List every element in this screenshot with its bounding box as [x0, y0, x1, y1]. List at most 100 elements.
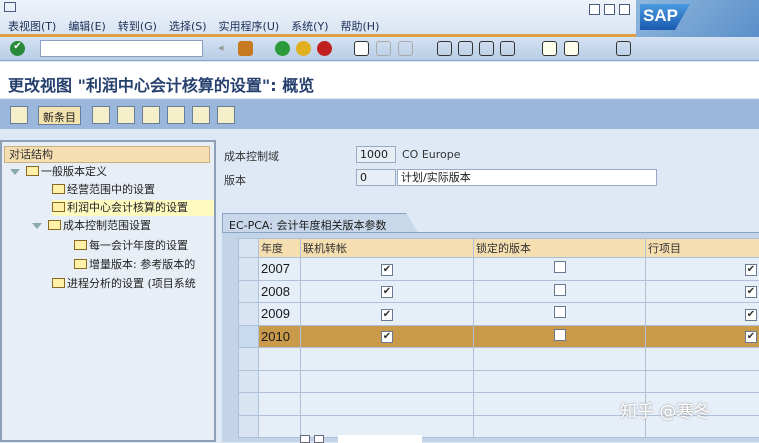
delete-icon[interactable]	[117, 106, 135, 124]
tree-item-selected[interactable]: 利润中心会计核算的设置	[52, 200, 214, 216]
table-row: 2009 ✔ ✔	[239, 303, 759, 326]
tree-item[interactable]: 增量版本: 参考版本的	[74, 257, 214, 273]
menu-selection[interactable]: 选择(S)	[169, 18, 207, 34]
online-checkbox[interactable]: ✔	[381, 286, 393, 298]
back-icon[interactable]	[275, 41, 290, 56]
row-selector[interactable]	[239, 370, 259, 393]
online-checkbox[interactable]: ✔	[381, 309, 393, 321]
display-change-icon[interactable]	[10, 106, 28, 124]
new-entries-button[interactable]: 新条目	[38, 106, 81, 125]
year-cell[interactable]: 2007	[259, 258, 301, 281]
system-menu-icon[interactable]	[4, 2, 16, 12]
year-cell[interactable]: 2008	[259, 280, 301, 303]
tree-item[interactable]: 经营范围中的设置	[52, 182, 155, 198]
save-icon[interactable]	[238, 41, 253, 56]
online-checkbox[interactable]: ✔	[381, 331, 393, 343]
tree-item[interactable]: 每一会计年度的设置	[74, 238, 188, 254]
table-row: 2008 ✔ ✔	[239, 280, 759, 303]
empty-cell	[474, 370, 646, 393]
menu-system[interactable]: 系统(Y)	[291, 18, 328, 34]
expand-icon[interactable]	[10, 169, 20, 175]
next-page-icon[interactable]	[479, 41, 494, 56]
row-selector[interactable]	[239, 415, 259, 438]
folder-icon	[52, 184, 65, 194]
copy-icon[interactable]	[92, 106, 110, 124]
row-selector[interactable]	[239, 258, 259, 281]
folder-icon	[26, 166, 39, 176]
print-icon[interactable]	[354, 41, 369, 56]
locked-checkbox[interactable]	[554, 306, 566, 318]
online-cell: ✔	[301, 280, 474, 303]
line-items-checkbox[interactable]: ✔	[745, 286, 757, 298]
column-header-locked[interactable]: 锁定的版本	[474, 239, 646, 258]
empty-row	[239, 348, 759, 371]
exit-icon[interactable]	[296, 41, 311, 56]
row-selector[interactable]	[239, 325, 259, 348]
cancel-icon[interactable]	[317, 41, 332, 56]
select-all-icon[interactable]	[167, 106, 185, 124]
tree-item[interactable]: 进程分析的设置 (项目系统	[52, 276, 214, 292]
row-selector[interactable]	[239, 280, 259, 303]
locked-checkbox[interactable]	[554, 261, 566, 273]
column-header-line-items[interactable]: 行项目	[646, 239, 759, 258]
tab-ec-pca[interactable]: EC-PCA: 会计年度相关版本参数	[222, 213, 418, 233]
first-page-icon[interactable]	[437, 41, 452, 56]
line-items-cell: ✔	[646, 258, 759, 281]
menu-table-view[interactable]: 表视图(T)	[8, 18, 56, 34]
tree-item[interactable]: 一般版本定义	[10, 164, 107, 180]
online-checkbox[interactable]: ✔	[381, 264, 393, 276]
empty-cell	[474, 348, 646, 371]
empty-cell	[301, 348, 474, 371]
empty-cell[interactable]	[259, 415, 301, 438]
locked-checkbox[interactable]	[554, 284, 566, 296]
empty-cell[interactable]	[259, 393, 301, 416]
table-row: 2007 ✔ ✔	[239, 258, 759, 281]
online-cell: ✔	[301, 258, 474, 281]
minimize-icon[interactable]	[589, 4, 600, 15]
menu-edit[interactable]: 编辑(E)	[68, 18, 106, 34]
column-header-online[interactable]: 联机转帐	[301, 239, 474, 258]
page-title: 更改视图 "利润中心会计核算的设置": 概览	[8, 72, 314, 96]
menu-goto[interactable]: 转到(G)	[118, 18, 157, 34]
maximize-icon[interactable]	[604, 4, 615, 15]
dialog-structure-panel: 对话结构 一般版本定义 经营范围中的设置 利润中心会计核算的设置 成本控制范围设…	[0, 140, 216, 442]
folder-icon	[48, 220, 61, 230]
year-cell[interactable]: 2009	[259, 303, 301, 326]
menu-utilities[interactable]: 实用程序(U)	[219, 18, 280, 34]
version-description: 计划/实际版本	[397, 169, 657, 186]
line-items-checkbox[interactable]: ✔	[745, 264, 757, 276]
shortcut-icon[interactable]	[564, 41, 579, 56]
table-row: 2010 ✔ ✔	[239, 325, 759, 348]
empty-cell[interactable]	[259, 370, 301, 393]
column-header-year[interactable]: 年度	[259, 239, 301, 258]
line-items-checkbox[interactable]: ✔	[745, 331, 757, 343]
select-block-icon[interactable]	[192, 106, 210, 124]
close-icon[interactable]	[619, 4, 630, 15]
empty-cell	[646, 370, 759, 393]
undo-icon[interactable]	[142, 106, 160, 124]
deselect-all-icon[interactable]	[217, 106, 235, 124]
row-selector[interactable]	[239, 303, 259, 326]
expand-icon[interactable]	[32, 223, 42, 229]
row-selector[interactable]	[239, 393, 259, 416]
previous-page-icon[interactable]	[458, 41, 473, 56]
find-next-icon[interactable]	[398, 41, 413, 56]
dialog-structure-header: 对话结构	[4, 146, 210, 163]
enter-icon[interactable]: ✔	[10, 41, 25, 56]
history-icon[interactable]: ◂	[218, 41, 233, 56]
application-toolbar	[0, 99, 759, 129]
row-selector[interactable]	[239, 348, 259, 371]
co-area-label: 成本控制域	[224, 148, 279, 164]
find-icon[interactable]	[376, 41, 391, 56]
last-page-icon[interactable]	[500, 41, 515, 56]
tree-item[interactable]: 成本控制范围设置	[32, 218, 151, 234]
locked-checkbox[interactable]	[554, 329, 566, 341]
select-all-cell[interactable]	[239, 239, 259, 258]
command-field[interactable]	[40, 40, 203, 57]
new-session-icon[interactable]	[542, 41, 557, 56]
menu-help[interactable]: 帮助(H)	[341, 18, 380, 34]
line-items-checkbox[interactable]: ✔	[745, 309, 757, 321]
year-cell[interactable]: 2010	[259, 325, 301, 348]
empty-cell[interactable]	[259, 348, 301, 371]
help-icon[interactable]	[616, 41, 631, 56]
